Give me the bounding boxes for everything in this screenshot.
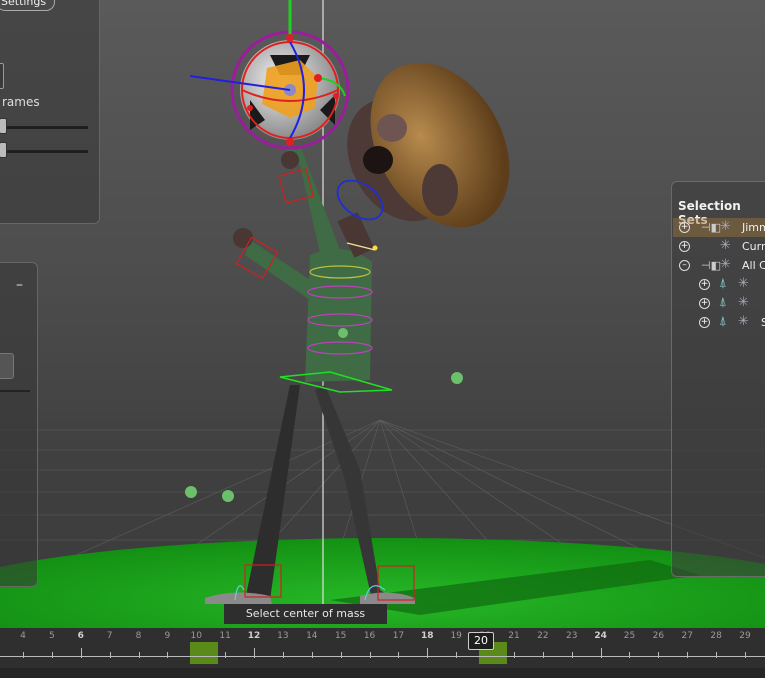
timeline-tick (369, 652, 371, 658)
frames-slider-track-1[interactable] (0, 126, 88, 129)
timeline-tick-label: 27 (681, 631, 693, 641)
asterisk-icon: ✳ (738, 276, 749, 291)
timeline-tick (138, 652, 140, 658)
asterisk-icon: ✳ (738, 295, 749, 310)
selection-set-label: Jimm (742, 221, 765, 234)
frames-slider-thumb-2[interactable] (0, 142, 7, 158)
side-panel-dropdown[interactable] (0, 353, 14, 379)
timeline-tick-label: 18 (421, 631, 434, 641)
tool-settings-panel (0, 0, 100, 224)
timeline-tick (225, 652, 227, 658)
expand-icon[interactable]: + (699, 317, 710, 328)
timeline-tick-label: 15 (334, 631, 347, 641)
expand-icon[interactable]: + (699, 279, 710, 290)
selection-set-row[interactable]: – ⊣◧ ✳ All C (673, 256, 765, 275)
timeline-track-line (0, 656, 765, 657)
asterisk-icon: ✳ (720, 219, 731, 234)
timeline-tick-label: 21 (508, 631, 520, 641)
timeline-tick-label: 11 (219, 631, 231, 641)
key-icon: ⊣◧ (701, 221, 721, 234)
timeline-tick (687, 652, 689, 658)
asterisk-icon: ✳ (720, 257, 731, 272)
timeline-tick-label: 17 (392, 631, 405, 641)
timeline-tick-label: 10 (190, 631, 202, 641)
settings-button[interactable]: Settings (0, 0, 56, 11)
figure-icon: ⍋ (719, 295, 727, 310)
3d-viewport[interactable]: Settings rames – Selection Sets + ⊣◧ ✳ J… (0, 0, 765, 678)
timeline-tick (571, 652, 573, 658)
timeline-tick (167, 652, 169, 658)
timeline-tick-label: 5 (49, 631, 55, 641)
expand-icon[interactable]: + (679, 241, 690, 252)
timeline-tick-label: 24 (594, 631, 607, 641)
selection-set-row[interactable]: + ⍋ ✳ S (673, 313, 765, 332)
timeline-tick (745, 652, 746, 658)
expand-icon[interactable]: + (679, 222, 690, 233)
timeline-tick-label: 19 (450, 631, 462, 641)
timeline-tick (282, 652, 284, 658)
timeline-tick-label: 6 (77, 631, 84, 641)
timeline-tick-label: 12 (247, 631, 261, 641)
timeline-tick-label: 4 (20, 631, 26, 641)
timeline-tick (109, 652, 111, 658)
timeline-tick (716, 652, 718, 658)
timeline-tick (513, 652, 515, 658)
frames-slider-thumb-1[interactable] (0, 118, 7, 134)
timeline-tick (51, 652, 53, 658)
side-panel (0, 262, 38, 587)
side-panel-divider (0, 390, 30, 392)
timeline-tick (398, 652, 400, 658)
selection-set-row[interactable]: + ⍋ ✳ (673, 294, 765, 313)
timeline-tick (658, 652, 660, 658)
expand-icon[interactable]: + (699, 298, 710, 309)
timeline-tick-label: 7 (106, 631, 113, 641)
timeline-tick-label: 29 (739, 631, 751, 641)
timeline-tick (629, 652, 631, 658)
asterisk-icon: ✳ (738, 314, 749, 329)
timeline-tick (340, 652, 342, 658)
timeline-bottom-strip (0, 668, 765, 678)
selection-set-row[interactable]: + ✳ Curr (673, 237, 765, 256)
timeline-tick-label: 14 (306, 631, 318, 641)
frames-slider-track-2[interactable] (0, 150, 88, 153)
key-icon: ⊣◧ (701, 259, 721, 272)
timeline-tick-label: 16 (363, 631, 376, 641)
timeline-tick-label: 13 (277, 631, 289, 641)
selection-set-row[interactable]: + ⊣◧ ✳ Jimm (673, 218, 765, 237)
asterisk-icon: ✳ (720, 238, 731, 253)
timeline-ruler[interactable]: 4 5 6 7 8 9 10 11 12 13 14 15 16 17 18 19 20 21 22 23 24 25 26… (0, 628, 765, 664)
current-frame-indicator[interactable]: 20 (468, 632, 494, 650)
tooltip: Select center of mass controls (224, 604, 387, 640)
timeline-tick-label: 8 (135, 631, 142, 641)
figure-icon: ⍋ (719, 276, 727, 291)
settings-toggle-box[interactable] (0, 63, 4, 89)
timeline-tick-label: 23 (565, 631, 578, 641)
timeline-tick (456, 652, 458, 658)
collapse-button[interactable]: – (16, 277, 23, 293)
timeline-tick (23, 652, 24, 658)
timeline-tick-label: 28 (710, 631, 722, 641)
timeline-tick-label: 22 (537, 631, 549, 641)
selection-set-label: All C (742, 259, 765, 272)
figure-icon: ⍋ (719, 314, 727, 329)
timeline-tick (311, 652, 313, 658)
keyframe-marker[interactable] (190, 642, 219, 664)
selection-set-label: Curr (742, 240, 765, 253)
timeline-tick (542, 652, 544, 658)
timeline-tick-label: 9 (164, 631, 171, 641)
timeline-tick-label: 26 (652, 631, 665, 641)
soccer-ball (189, 0, 350, 150)
selection-set-row[interactable]: + ⍋ ✳ (673, 275, 765, 294)
character-arm-down (245, 240, 318, 300)
timeline-tick-label: 25 (623, 631, 636, 641)
frames-label: rames (2, 95, 40, 109)
selection-set-label: S (761, 316, 765, 329)
collapse-icon[interactable]: – (679, 260, 690, 271)
scene-canvas[interactable] (0, 0, 765, 678)
